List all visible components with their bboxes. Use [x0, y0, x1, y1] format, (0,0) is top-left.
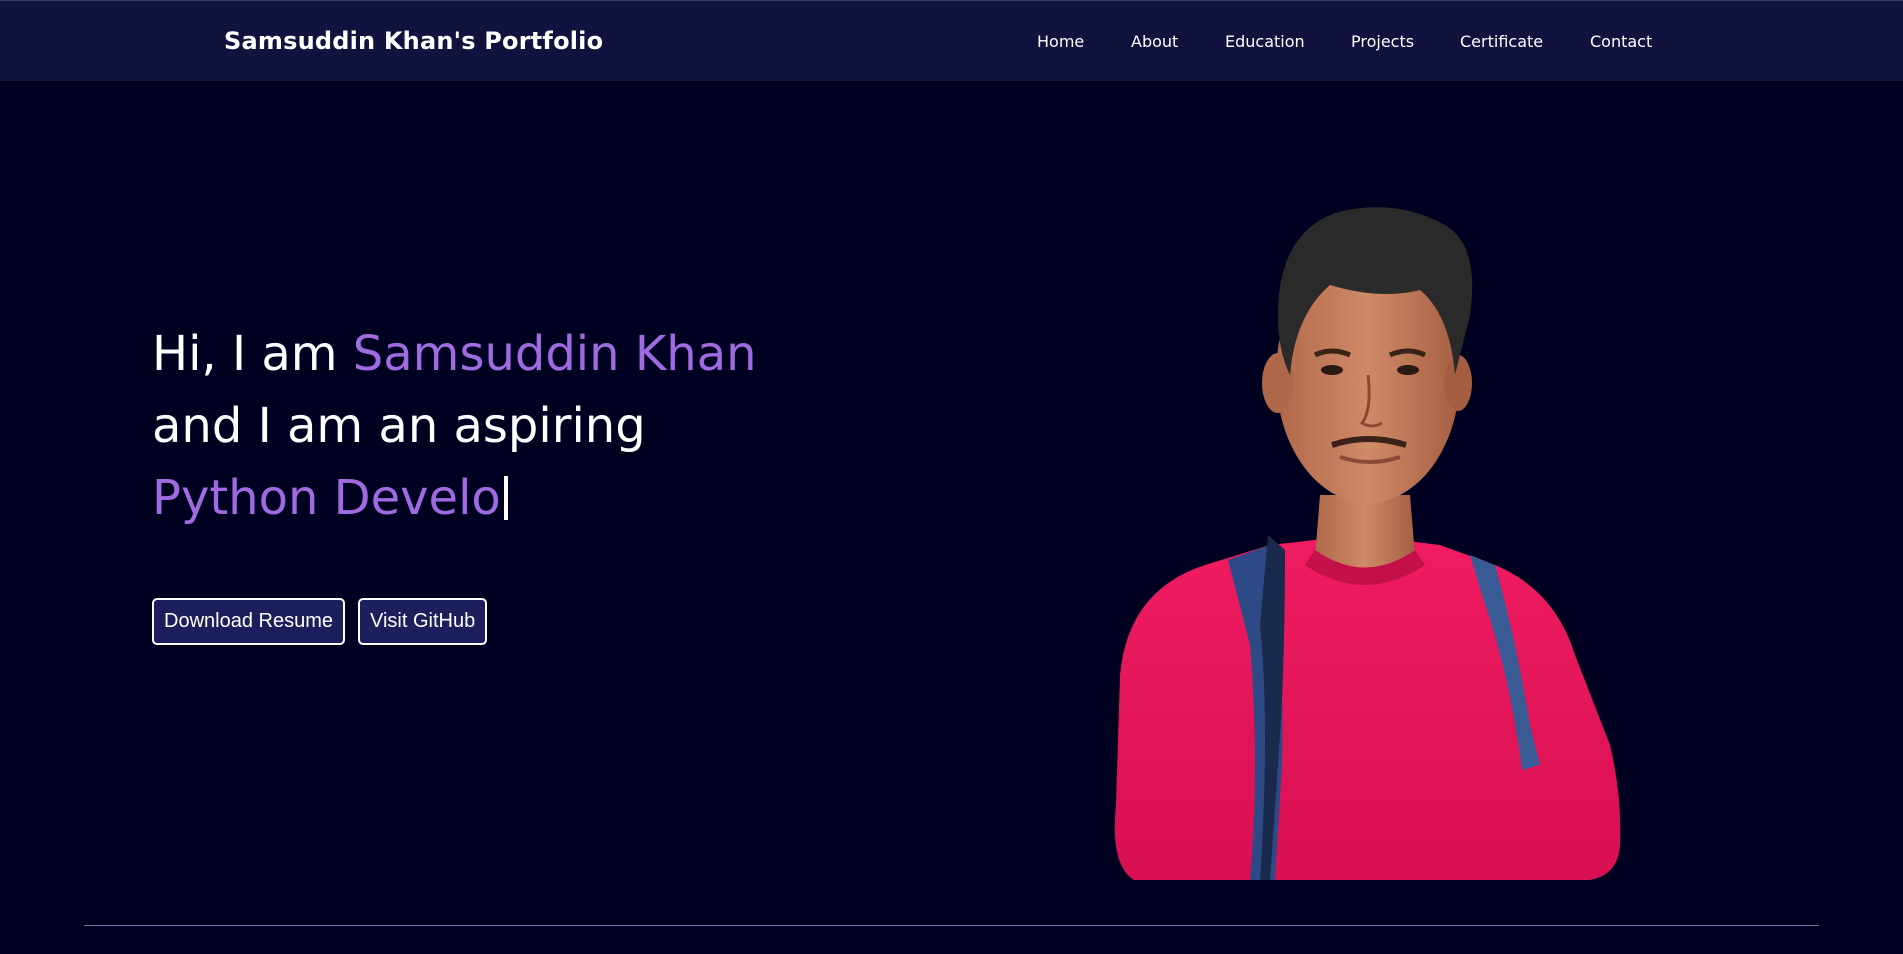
nav-link-education[interactable]: Education: [1225, 32, 1305, 51]
hero-greeting-line: Hi, I am Samsuddin Khan: [152, 318, 852, 390]
visit-github-button[interactable]: Visit GitHub: [358, 598, 487, 645]
nav-link-home[interactable]: Home: [1037, 32, 1084, 51]
hero-aspiring-line: and I am an aspiring: [152, 398, 646, 454]
nav-link-projects[interactable]: Projects: [1351, 32, 1414, 51]
nav-link-contact[interactable]: Contact: [1590, 32, 1652, 51]
profile-photo: [1114, 207, 1621, 880]
typing-cursor: [503, 476, 508, 520]
hero-role-line: Python Develo: [152, 462, 852, 534]
hero-greeting: Hi, I am: [152, 326, 353, 382]
download-resume-button[interactable]: Download Resume: [152, 598, 345, 645]
section-divider: [84, 925, 1819, 926]
typed-role: Python Develo: [152, 470, 501, 526]
hero-text: Hi, I am Samsuddin Khan and I am an aspi…: [152, 318, 852, 534]
nav-link-certificate[interactable]: Certificate: [1460, 32, 1543, 51]
hero-name: Samsuddin Khan: [352, 326, 757, 382]
nav-link-about[interactable]: About: [1131, 32, 1178, 51]
nav-links: Home About Education Projects Certificat…: [0, 32, 1903, 54]
top-navbar: Samsuddin Khan's Portfolio Home About Ed…: [0, 0, 1903, 81]
